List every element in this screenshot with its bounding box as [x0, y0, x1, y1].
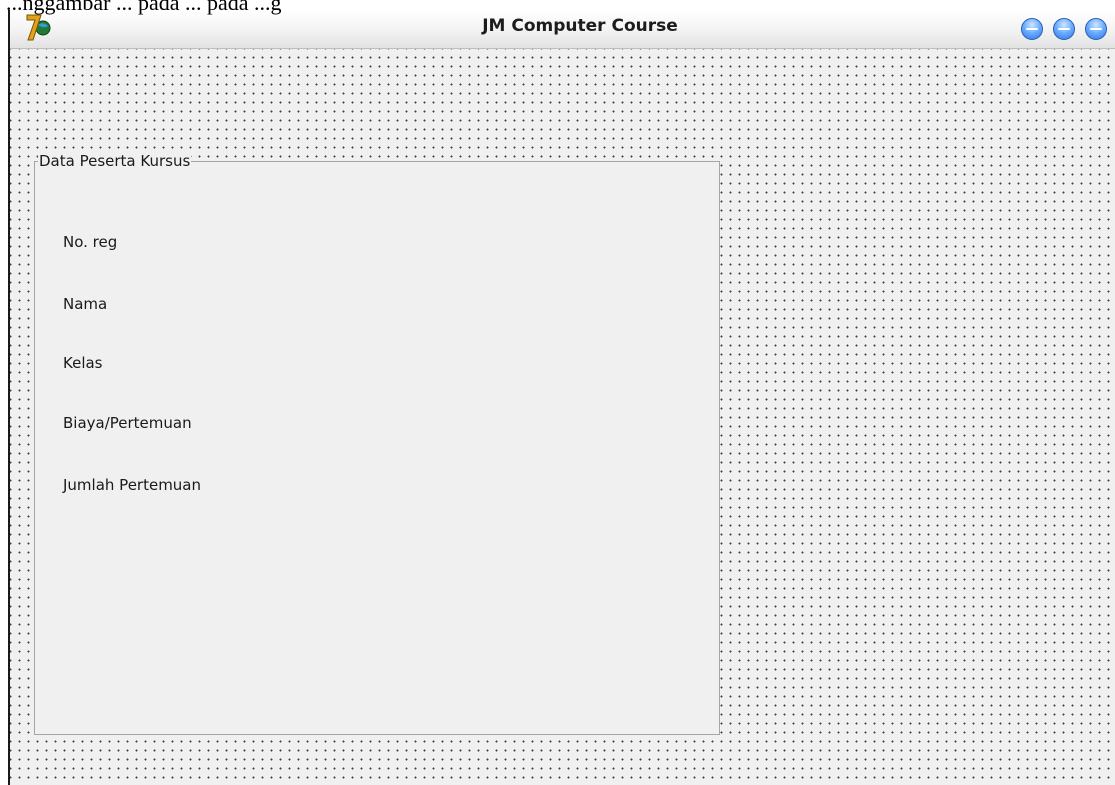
label-biaya-pertemuan[interactable]: Biaya/Pertemuan	[63, 414, 192, 432]
minimize-button[interactable]	[1021, 18, 1043, 40]
close-button[interactable]	[1085, 18, 1107, 40]
document-caption-fragment: ...nggambar ... pada ... pada ...g	[6, 0, 282, 15]
groupbox-caption: Data Peserta Kursus	[38, 152, 192, 170]
label-kelas[interactable]: Kelas	[63, 354, 103, 372]
label-no-reg[interactable]: No. reg	[63, 233, 117, 251]
label-jumlah-pertemuan[interactable]: Jumlah Pertemuan	[63, 476, 201, 494]
window-title: JM Computer Course	[482, 16, 678, 36]
label-nama[interactable]: Nama	[63, 295, 107, 313]
form-canvas[interactable]: Data Peserta Kursus No. reg Nama Kelas B…	[10, 49, 1115, 785]
groupbox-data-peserta[interactable]: Data Peserta Kursus No. reg Nama Kelas B…	[34, 152, 720, 735]
maximize-button[interactable]	[1053, 18, 1075, 40]
form-designer-window: JM Computer Course Data Peserta Kursus N…	[8, 10, 1115, 785]
